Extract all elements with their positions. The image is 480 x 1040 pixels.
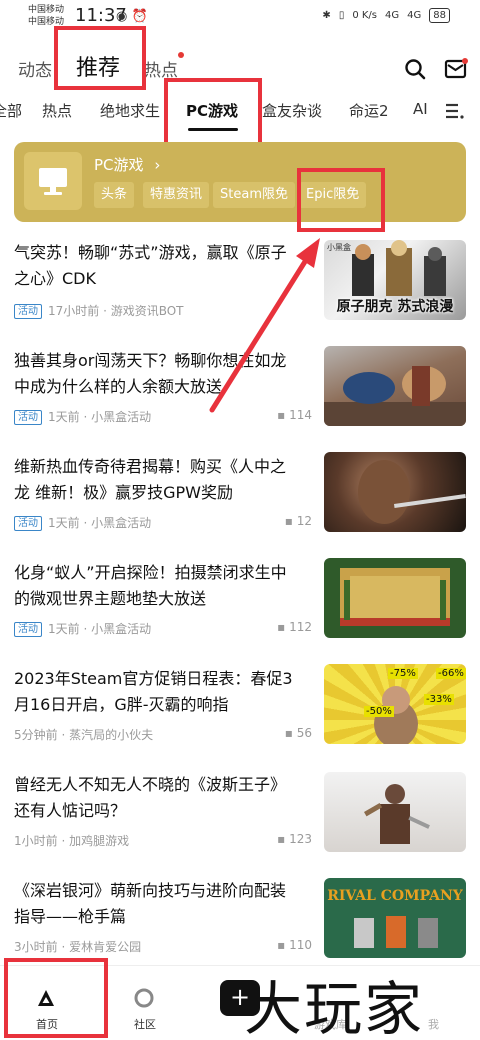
nav-profile-label: 我 — [428, 1018, 439, 1031]
watermark-logo: 大玩家 — [244, 975, 425, 1040]
arrow-annotation — [209, 238, 320, 413]
nav-community-label: 社区 — [134, 1018, 156, 1031]
highlight-box — [4, 958, 108, 1038]
community-icon — [134, 988, 154, 1008]
nav-community[interactable]: 社区 — [96, 966, 192, 1040]
